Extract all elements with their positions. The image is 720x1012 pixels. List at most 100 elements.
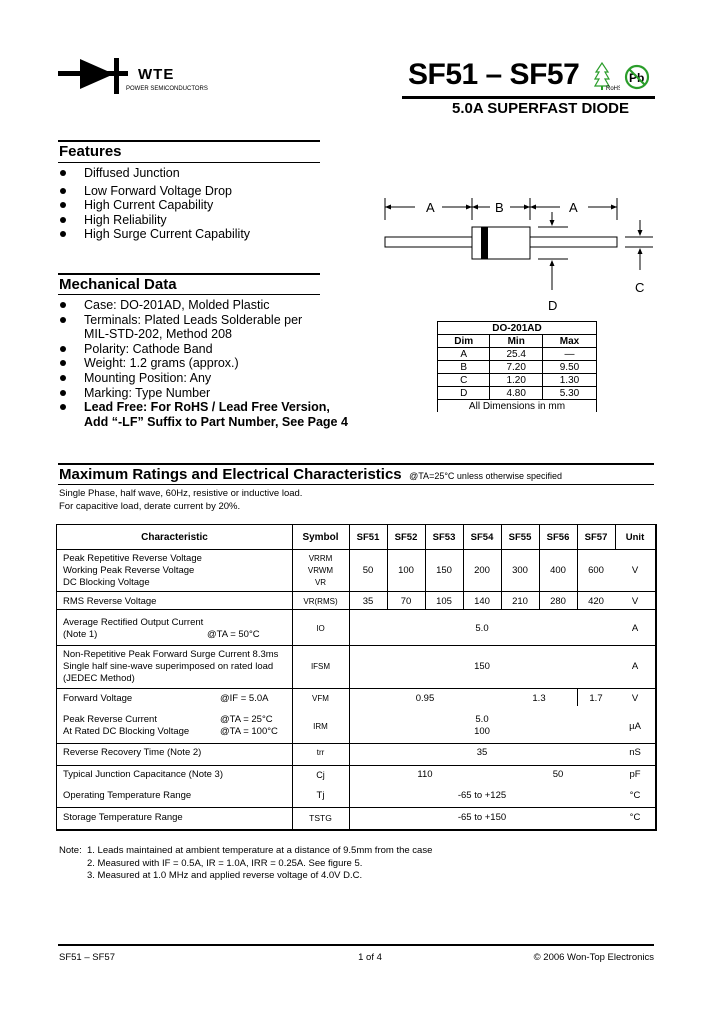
feature-item: Diffused Junction [58, 166, 348, 181]
features-title: Features [59, 143, 122, 160]
row-vrrm-symbol: VRRM VRWM VR [307, 554, 334, 587]
row-irm-unit: µA [629, 721, 641, 732]
row-io-unit: A [631, 623, 639, 634]
mechanical-title: Mechanical Data [59, 276, 177, 293]
ratings-rule-top [58, 463, 654, 465]
row-vrrm-value: 300 [512, 565, 528, 576]
row-io-symbol: IO [316, 624, 325, 633]
row-tj-unit: °C [629, 790, 641, 801]
ratings-note-1: Single Phase, half wave, 60Hz, resistive… [59, 488, 303, 499]
dim-label-c: C [635, 280, 644, 295]
header-sf54: SF54 [470, 532, 494, 543]
dim-label-d: D [548, 298, 557, 313]
dim-row: C 1.20 1.30 [436, 373, 598, 387]
row-vfm-value-sf57: 1.7 [589, 693, 603, 704]
row-vrms-value: 140 [474, 596, 490, 607]
row-tj-value: -65 to +125 [457, 790, 507, 801]
dimensions-footer: All Dimensions in mm [437, 399, 597, 412]
row-vfm-symbol: VFM [312, 694, 329, 703]
brand-subtitle: POWER SEMICONDUCTORS [126, 86, 208, 92]
row-ifsm-symbol: IFSM [310, 662, 331, 671]
row-cj-char: Typical Junction Capacitance (Note 3) [63, 769, 223, 780]
footer-page-number: 1 of 4 [358, 952, 382, 963]
row-vrms-value: 280 [550, 596, 566, 607]
row-vrrm-unit: V [631, 565, 639, 576]
row-irm-condition: @TA = 25°C @TA = 100°C [220, 714, 278, 737]
row-tstg-char: Storage Temperature Range [63, 812, 183, 823]
row-io-condition: @TA = 50°C [207, 629, 260, 640]
row-tj-char: Operating Temperature Range [63, 790, 192, 801]
row-vrms-char: RMS Reverse Voltage [63, 596, 157, 607]
dim-row: D 4.80 5.30 [436, 386, 598, 400]
row-cj-value-sf55-sf57: 50 [552, 769, 564, 780]
header-unit: Unit [625, 532, 645, 543]
row-ifsm-char: Non-Repetitive Peak Forward Surge Curren… [63, 649, 279, 684]
header-sf52: SF52 [394, 532, 418, 543]
row-vrrm-value: 600 [588, 565, 604, 576]
dim-header: Max [541, 334, 598, 348]
features-rule-top [58, 140, 320, 142]
package-outline-diagram: A B A C D [384, 198, 653, 313]
row-vfm-condition: @IF = 5.0A [220, 693, 269, 704]
footer-rule [58, 944, 654, 946]
notes-label: Note: [59, 845, 82, 856]
footer-copyright: © 2006 Won-Top Electronics [533, 952, 654, 963]
row-vrrm-value: 200 [474, 565, 490, 576]
mechanical-item: Case: DO-201AD, Molded Plastic [58, 298, 358, 313]
ratings-note-2: For capacitive load, derate current by 2… [59, 501, 241, 512]
row-tstg-unit: °C [629, 812, 641, 823]
row-cj-unit: pF [629, 769, 641, 780]
row-io-value: 5.0 [475, 623, 489, 634]
dimensions-table: DO-201AD Dim Min Max A 25.4— B 7.20 9.50 C1… [436, 321, 598, 412]
row-vfm-value-sf51-sf54: 0.95 [415, 693, 435, 704]
row-vfm-char: Forward Voltage [63, 693, 133, 704]
row-vrrm-char: Peak Repetitive Reverse Voltage Working P… [63, 553, 202, 588]
row-ifsm-unit: A [631, 661, 639, 672]
row-trr-char: Reverse Recovery Time (Note 2) [63, 747, 202, 758]
row-irm-value: 5.0 100 [474, 714, 490, 737]
ratings-title: Maximum Ratings and Electrical Character… [59, 466, 402, 483]
dim-label-a-right: A [569, 200, 578, 215]
row-vfm-unit: V [631, 693, 639, 704]
row-vrrm-value: 100 [398, 565, 414, 576]
mechanical-rule-top [58, 273, 320, 275]
row-tstg-symbol: TSTG [309, 813, 332, 823]
dim-label-a-left: A [426, 200, 435, 215]
mechanical-item: Polarity: Cathode Band [58, 342, 358, 357]
row-cj-value-sf51-sf54: 110 [417, 769, 433, 780]
mechanical-list: Case: DO-201AD, Molded Plastic Terminals… [58, 298, 358, 429]
ratings-condition: @TA=25°C unless otherwise specified [409, 471, 562, 481]
part-subtitle: 5.0A SUPERFAST DIODE [452, 100, 629, 117]
row-trr-unit: nS [629, 747, 641, 758]
lead-free-pb-icon: Pb [624, 64, 650, 90]
note-item: 3. Measured at 1.0 MHz and applied rever… [87, 870, 363, 881]
features-rule-bottom [58, 162, 320, 163]
ratings-rule-bottom [58, 484, 654, 485]
row-vrms-value: 105 [436, 596, 452, 607]
dim-row: A 25.4— [436, 347, 598, 361]
header-sf55: SF55 [508, 532, 532, 543]
row-vrrm-value: 150 [436, 565, 452, 576]
mechanical-item: Weight: 1.2 grams (approx.) [58, 356, 358, 371]
note-item: 1. Leads maintained at ambient temperatu… [87, 845, 433, 856]
row-vrms-value: 70 [400, 596, 412, 607]
row-vrms-value: 35 [362, 596, 374, 607]
header-sf53: SF53 [432, 532, 456, 543]
header-sf51: SF51 [356, 532, 380, 543]
row-tstg-value: -65 to +150 [457, 812, 507, 823]
dimensions-package: DO-201AD [437, 321, 597, 335]
row-trr-symbol: trr [316, 748, 325, 757]
rohs-tree-icon: RoHS [594, 62, 620, 92]
dim-label-b: B [495, 200, 504, 215]
header-sf57: SF57 [584, 532, 608, 543]
feature-item: High Current Capability [58, 198, 348, 213]
rohs-label: RoHS [606, 86, 620, 92]
row-vrms-unit: V [631, 596, 639, 607]
row-trr-value: 35 [476, 747, 488, 758]
note-item: 2. Measured with IF = 0.5A, IR = 1.0A, I… [87, 857, 363, 869]
row-irm-symbol: IRM [313, 722, 328, 731]
row-vfm-value-sf55-sf56: 1.3 [532, 693, 546, 704]
notes-list: 1. Leads maintained at ambient temperatu… [87, 845, 432, 883]
row-tj-symbol: Tj [316, 790, 325, 801]
brand-name: WTE [138, 66, 175, 83]
